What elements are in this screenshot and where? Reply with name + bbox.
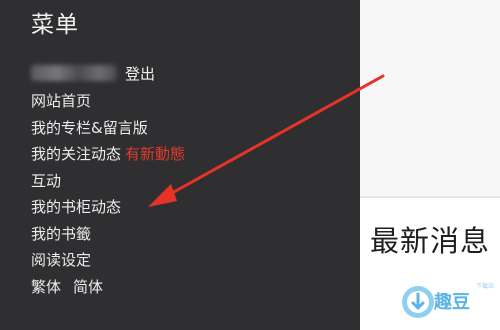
menu-item-bookshelf-updates[interactable]: 我的书柜动态	[31, 194, 185, 221]
menu-title: 菜单	[31, 12, 79, 38]
watermark-text: 趣豆	[434, 292, 470, 313]
menu-item-interaction[interactable]: 互动	[31, 168, 185, 195]
menu-item-label: 我的关注动态	[31, 145, 122, 163]
language-switcher: 繁体 简体	[31, 274, 185, 301]
language-simplified[interactable]: 简体	[73, 274, 103, 301]
watermark-subtext: 下载站	[476, 283, 495, 290]
new-updates-badge[interactable]: 有新動態	[125, 145, 185, 163]
sidebar-menu: 菜单 登出 网站首页 我的专栏&留言版 我的关注动态 有新動態 互动 我的书柜动态…	[0, 0, 360, 330]
site-watermark: 趣豆 下载站	[396, 276, 496, 326]
menu-list: 网站首页 我的专栏&留言版 我的关注动态 有新動態 互动 我的书柜动态 我的书籤 …	[31, 88, 185, 300]
content-divider	[360, 196, 500, 198]
menu-item-label: 网站首页	[31, 92, 92, 110]
menu-item-bookmarks[interactable]: 我的书籤	[31, 221, 185, 248]
content-top-panel	[360, 0, 500, 196]
menu-item-home[interactable]: 网站首页	[31, 88, 185, 115]
menu-item-label: 我的书柜动态	[31, 198, 122, 216]
menu-item-following-updates[interactable]: 我的关注动态 有新動態	[31, 141, 185, 168]
menu-item-label: 我的书籤	[31, 224, 92, 243]
menu-item-label: 互动	[31, 171, 62, 190]
menu-item-reading-settings[interactable]: 阅读设定	[31, 247, 185, 274]
logout-link[interactable]: 登出	[125, 63, 155, 84]
language-traditional[interactable]: 繁体	[31, 274, 61, 301]
latest-news-heading: 最新消息	[370, 224, 491, 258]
download-circle-icon	[402, 286, 434, 318]
blurred-username	[31, 65, 117, 81]
user-row: 登出	[31, 62, 155, 84]
menu-item-label: 阅读设定	[31, 251, 92, 269]
menu-item-label: 我的专栏&留言版	[31, 118, 148, 137]
menu-item-column-guestbook[interactable]: 我的专栏&留言版	[31, 115, 185, 142]
